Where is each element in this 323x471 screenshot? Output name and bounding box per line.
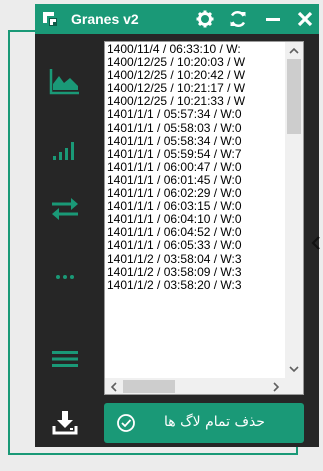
chevron-left-icon [110,381,117,392]
log-entry[interactable]: 1401/1/1 / 06:01:45 / W:0 [107,174,282,187]
download-icon [52,411,78,435]
menu-icon [52,351,78,367]
log-entry[interactable]: 1401/1/1 / 06:03:15 / W:0 [107,200,282,213]
decorative-outline [8,453,298,455]
scroll-left-button[interactable] [105,378,122,394]
sidebar-item-bar-chart[interactable] [45,132,85,166]
log-entry[interactable]: 1401/1/1 / 05:57:34 / W:0 [107,108,282,121]
decorative-outline [8,30,38,32]
log-listbox[interactable]: 1400/11/4 / 06:33:10 / W: 1400/12/25 / 10… [104,41,304,395]
log-entry[interactable]: 1400/12/25 / 10:20:03 / W [107,56,282,69]
log-entry[interactable]: 1400/11/4 / 06:33:10 / W: [107,43,282,56]
vertical-scroll-thumb[interactable] [287,59,301,134]
sidebar [35,34,99,447]
decorative-outline [8,30,10,455]
app-logo-icon [43,12,57,26]
scroll-down-button[interactable] [285,361,303,378]
log-entry[interactable]: 1401/1/1 / 06:00:47 / W:0 [107,161,282,174]
bar-chart-icon [53,142,74,160]
sidebar-item-more[interactable] [45,260,85,294]
log-entry[interactable]: 1401/1/1 / 06:05:33 / W:0 [107,239,282,252]
log-list[interactable]: 1400/11/4 / 06:33:10 / W: 1400/12/25 / 10… [107,43,282,378]
sidebar-item-area-chart[interactable] [45,64,85,98]
log-entry[interactable]: 1401/1/1 / 06:04:10 / W:0 [107,213,282,226]
app-title: Granes v2 [71,11,139,27]
delete-all-logs-button[interactable]: حذف تمام لاگ ها [104,403,304,443]
settings-icon[interactable] [195,9,215,29]
more-icon [56,275,74,279]
refresh-icon[interactable] [228,9,248,29]
log-entry[interactable]: 1401/1/1 / 06:02:29 / W:0 [107,187,282,200]
scrollbar-corner [285,378,303,394]
transfer-icon [52,198,78,220]
check-circle-icon [117,414,135,432]
scroll-up-button[interactable] [285,42,303,59]
log-entry[interactable]: 1400/12/25 / 10:21:33 / W [107,95,282,108]
sidebar-item-transfer[interactable] [45,192,85,226]
close-icon[interactable] [295,9,315,29]
title-bar[interactable]: Granes v2 [35,4,319,34]
chevron-down-icon [289,366,299,373]
minimize-icon[interactable] [263,9,283,29]
log-entry[interactable]: 1401/1/2 / 03:58:20 / W:3 [107,279,282,292]
chevron-right-icon [273,381,280,392]
log-entry[interactable]: 1401/1/1 / 05:59:54 / W:7 [107,148,282,161]
log-entry[interactable]: 1401/1/2 / 03:58:09 / W:3 [107,266,282,279]
sidebar-item-download[interactable] [45,406,85,440]
sidebar-item-menu[interactable] [45,342,85,376]
area-chart-icon [49,69,79,95]
scroll-right-button[interactable] [268,378,285,394]
vertical-scrollbar[interactable] [285,42,303,378]
horizontal-scroll-thumb[interactable] [123,380,175,393]
log-entry[interactable]: 1400/12/25 / 10:20:42 / W [107,69,282,82]
log-entry[interactable]: 1401/1/1 / 06:04:52 / W:0 [107,226,282,239]
chevron-left-icon[interactable] [311,236,321,250]
chevron-up-icon [289,47,299,54]
horizontal-scrollbar[interactable] [105,378,285,394]
log-entry[interactable]: 1401/1/1 / 05:58:34 / W:0 [107,135,282,148]
delete-all-logs-label: حذف تمام لاگ ها [164,414,265,430]
log-entry[interactable]: 1400/12/25 / 10:21:17 / W [107,82,282,95]
log-entry[interactable]: 1401/1/2 / 03:58:04 / W:3 [107,253,282,266]
log-entry[interactable]: 1401/1/1 / 05:58:03 / W:0 [107,122,282,135]
app-window: Granes v2 1400/11/4 / 06:33:10 / W: 1400… [35,4,319,447]
